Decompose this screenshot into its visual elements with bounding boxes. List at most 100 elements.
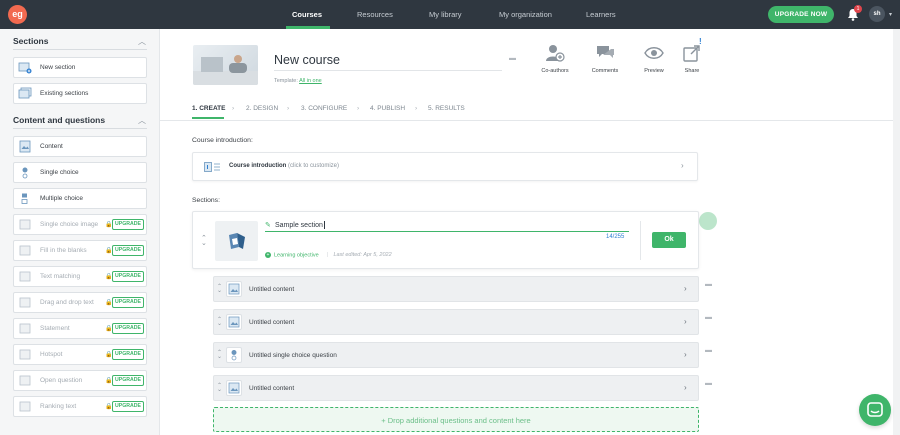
share-button[interactable]: Share: [670, 42, 714, 76]
sidebar-item-text-matching[interactable]: Text matching 🔒 UPGRADE: [13, 266, 147, 287]
chevron-right-icon: ›: [232, 105, 235, 112]
nav-learners[interactable]: Learners: [586, 10, 616, 19]
user-avatar[interactable]: sh: [869, 6, 885, 22]
step-publish[interactable]: 4. PUBLISH: [370, 105, 405, 112]
course-thumbnail[interactable]: [193, 45, 258, 85]
drag-handle-icon[interactable]: ⌃ ⌄: [217, 284, 222, 294]
sidebar-item-drag-and-drop-text[interactable]: Drag and drop text 🔒 UPGRADE: [13, 292, 147, 313]
chevron-down-icon[interactable]: ▾: [889, 11, 892, 18]
sidebar-item-single-choice[interactable]: Single choice: [13, 162, 147, 183]
action-label: Comments: [591, 68, 619, 74]
sidebar-item-label: Single choice: [40, 169, 79, 176]
nav-resources[interactable]: Resources: [357, 10, 393, 19]
upgrade-badge[interactable]: UPGRADE: [112, 323, 144, 334]
upgrade-now-button[interactable]: UPGRADE NOW: [768, 6, 834, 23]
text-matching-icon: [19, 271, 31, 282]
co-authors-button[interactable]: Co-authors: [533, 42, 577, 76]
section-name-input[interactable]: Sample section: [275, 221, 325, 229]
introduction-title-text: Course introduction: [229, 163, 287, 169]
comment-icon[interactable]: ▬: [705, 380, 712, 387]
sidebar-item-label: Drag and drop text: [40, 299, 94, 306]
drop-zone[interactable]: + Drop additional questions and content …: [213, 407, 699, 432]
upgrade-badge[interactable]: UPGRADE: [112, 219, 144, 230]
chevron-up-icon[interactable]: ︿: [138, 36, 146, 47]
content-icon: [226, 314, 242, 330]
sidebar-item-open-question[interactable]: Open question 🔒 UPGRADE: [13, 370, 147, 391]
sidebar-item-content[interactable]: Content: [13, 136, 147, 157]
drag-handle-icon[interactable]: ⌃ ⌄: [217, 317, 222, 327]
learning-objective-link[interactable]: + Learning objective: [265, 252, 319, 258]
divider: [13, 128, 147, 129]
section-card[interactable]: ⌃ ⌄ ✎ Sample section 14/255 + Learning obj…: [192, 211, 699, 269]
sidebar-item-new-section[interactable]: New section: [13, 57, 147, 78]
text-cursor: [323, 221, 325, 229]
plus-icon: +: [265, 252, 271, 258]
ok-button[interactable]: Ok: [652, 232, 686, 248]
template-link[interactable]: All in one: [299, 78, 322, 84]
sidebar-item-multiple-choice[interactable]: Multiple choice: [13, 188, 147, 209]
chevron-right-icon: ›: [357, 105, 360, 112]
chevron-right-icon[interactable]: ›: [684, 350, 687, 359]
chevron-right-icon[interactable]: ›: [681, 161, 684, 170]
sidebar-item-existing-sections[interactable]: Existing sections: [13, 83, 147, 104]
app-logo[interactable]: eg: [8, 5, 27, 24]
course-title[interactable]: New course: [274, 53, 340, 67]
step-design[interactable]: 2. DESIGN: [246, 105, 278, 112]
sidebar-item-label: Open question: [40, 377, 83, 384]
chat-button[interactable]: [859, 394, 891, 426]
comments-button[interactable]: Comments: [583, 42, 627, 76]
sidebar-item-fill-in-the-blanks[interactable]: Fill in the blanks 🔒 UPGRADE: [13, 240, 147, 261]
sidebar-item-hotspot[interactable]: Hotspot 🔒 UPGRADE: [13, 344, 147, 365]
course-template: Template: All in one: [274, 78, 322, 84]
upgrade-badge[interactable]: UPGRADE: [112, 349, 144, 360]
upgrade-badge[interactable]: UPGRADE: [112, 401, 144, 412]
step-configure[interactable]: 3. CONFIGURE: [301, 105, 347, 112]
step-create[interactable]: 1. CREATE: [192, 105, 225, 112]
drag-handle-icon[interactable]: ⌃ ⌄: [201, 235, 207, 247]
chevron-up-icon[interactable]: ︿: [138, 115, 146, 126]
drag-handle-icon[interactable]: ⌃ ⌄: [217, 350, 222, 360]
nav-courses[interactable]: Courses: [292, 10, 322, 19]
introduction-hint: (click to customize): [286, 163, 340, 169]
drag-handle-icon[interactable]: ⌃ ⌄: [217, 383, 222, 393]
content-row[interactable]: ⌃ ⌄ Untitled content ›: [213, 309, 699, 335]
sidebar-item-label: Single choice image: [40, 221, 99, 228]
comment-icon[interactable]: ▬: [509, 55, 516, 62]
course-introduction-card[interactable]: Course introduction (click to customize)…: [192, 152, 698, 181]
content-icon: [226, 281, 242, 297]
content-row-label: Untitled content: [249, 286, 295, 293]
scrollbar[interactable]: [893, 29, 900, 435]
sidebar-item-label: Text matching: [40, 273, 81, 280]
upgrade-badge[interactable]: UPGRADE: [112, 297, 144, 308]
comment-icon[interactable]: ▬: [705, 281, 712, 288]
drag-and-drop-icon: [19, 297, 31, 308]
sidebar-item-single-choice-image[interactable]: Single choice image 🔒 UPGRADE: [13, 214, 147, 235]
nav-my-library[interactable]: My library: [429, 10, 462, 19]
learning-objective-text: Learning objective: [274, 252, 319, 259]
sidebar-content-title: Content and questions: [13, 115, 106, 125]
upgrade-badge[interactable]: UPGRADE: [112, 271, 144, 282]
top-bar: eg Courses Resources My library My organ…: [0, 0, 900, 29]
content-row[interactable]: ⌃ ⌄ Untitled content ›: [213, 375, 699, 401]
sections-label: Sections:: [192, 197, 220, 204]
chevron-right-icon[interactable]: ›: [684, 383, 687, 392]
multiple-choice-icon: [21, 193, 28, 204]
divider: [13, 49, 147, 50]
chevron-right-icon[interactable]: ›: [684, 284, 687, 293]
nav-my-organization[interactable]: My organization: [499, 10, 552, 19]
content-row[interactable]: ⌃ ⌄ Untitled single choice question ›: [213, 342, 699, 368]
step-results[interactable]: 5. RESULTS: [428, 105, 465, 112]
upgrade-badge[interactable]: UPGRADE: [112, 375, 144, 386]
comment-icon[interactable]: ▬: [705, 314, 712, 321]
comment-icon[interactable]: ▬: [705, 347, 712, 354]
content-row[interactable]: ⌃ ⌄ Untitled content ›: [213, 276, 699, 302]
single-choice-image-icon: [19, 219, 31, 230]
sidebar-item-ranking-text[interactable]: Ranking text 🔒 UPGRADE: [13, 396, 147, 417]
sidebar-item-statement[interactable]: Statement 🔒 UPGRADE: [13, 318, 147, 339]
section-name-underline: [265, 231, 629, 232]
chat-icon: [867, 402, 883, 417]
upgrade-badge[interactable]: UPGRADE: [112, 245, 144, 256]
last-edited-date: Last edited: Apr 5, 2022: [333, 252, 392, 258]
section-image[interactable]: [215, 221, 258, 261]
chevron-right-icon[interactable]: ›: [684, 317, 687, 326]
